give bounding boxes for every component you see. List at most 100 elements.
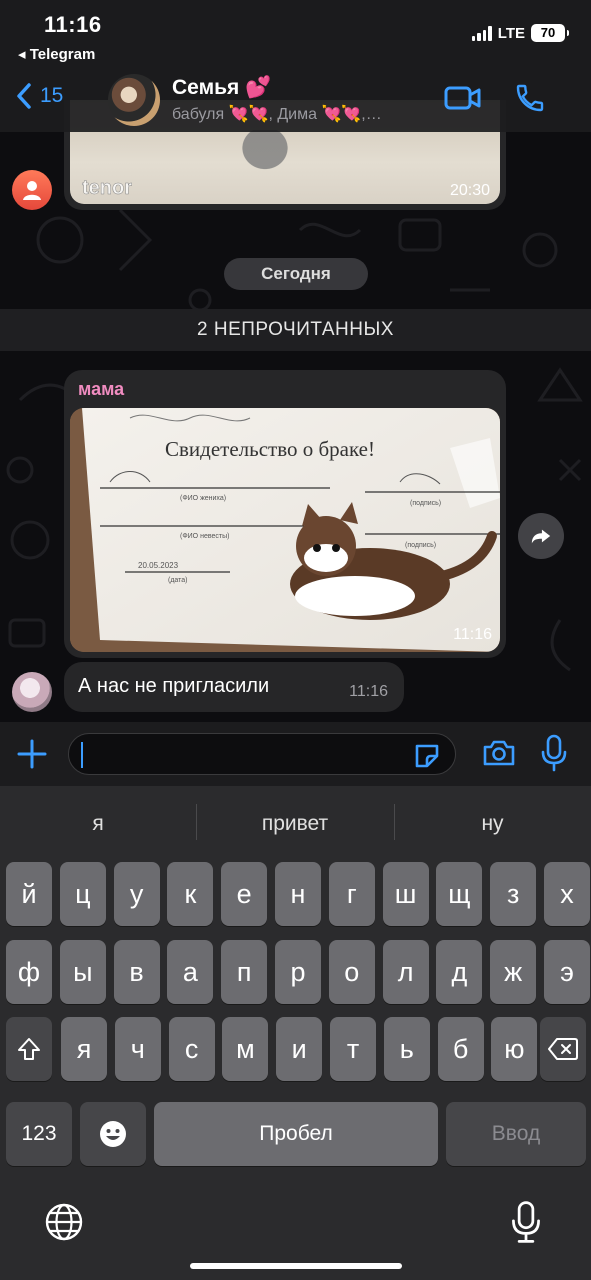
attach-button[interactable] [16, 738, 48, 775]
field-bride: (ФИО невесты) [180, 533, 229, 540]
suggestion-2[interactable]: привет [196, 812, 394, 836]
sender-name[interactable]: мама [78, 379, 124, 400]
key-row1-0[interactable]: й [6, 862, 52, 926]
home-indicator[interactable] [190, 1263, 402, 1269]
numbers-key[interactable]: 123 [6, 1102, 72, 1166]
key-row1-8[interactable]: щ [436, 862, 483, 926]
battery-icon: 70 [531, 24, 569, 42]
key-row1-3[interactable]: к [167, 862, 214, 926]
status-time: 11:16 [44, 12, 102, 37]
phone-icon [516, 84, 544, 112]
key-row2-2[interactable]: в [113, 940, 160, 1004]
camera-button[interactable] [482, 738, 516, 773]
unread-count: 15 [40, 84, 64, 107]
suggestion-1[interactable]: я [0, 812, 196, 836]
space-key[interactable]: Пробел [154, 1102, 438, 1166]
shift-key[interactable] [6, 1017, 52, 1081]
network-type: LTE [497, 24, 525, 42]
text-message[interactable]: А нас не пригласили 11:16 [64, 662, 404, 712]
sticker-icon [415, 744, 439, 768]
key-row2-6[interactable]: о [328, 940, 375, 1004]
key-row3-8[interactable]: ю [491, 1017, 538, 1081]
key-row2-0[interactable]: ф [6, 940, 52, 1004]
return-key[interactable]: Ввод [446, 1102, 586, 1166]
voice-call-button[interactable] [514, 82, 546, 119]
video-call-button[interactable] [444, 84, 482, 117]
back-button[interactable]: 15 [16, 82, 63, 110]
suggestion-3[interactable]: ну [394, 812, 591, 836]
key-row1-7[interactable]: ш [382, 862, 429, 926]
key-row1-5[interactable]: н [275, 862, 321, 926]
tenor-watermark: tenor [82, 177, 133, 200]
key-row2-1[interactable]: ы [59, 940, 106, 1004]
delete-icon [548, 1038, 578, 1060]
photo-message[interactable]: мама Свидетельство о браке! (ФИО жениха)… [64, 370, 506, 658]
message-time: 11:16 [453, 626, 492, 643]
emoji-key[interactable] [80, 1102, 146, 1166]
shift-icon [18, 1038, 40, 1060]
back-to-app-link[interactable]: ◂ Telegram [18, 45, 95, 63]
text-caret [81, 742, 83, 768]
gif-cat-paw [220, 130, 310, 190]
keyboard: я привет ну йцукенгшщзх фывапролджэ ячсм… [0, 786, 591, 1280]
sender-avatar[interactable] [12, 672, 52, 712]
key-row2-7[interactable]: л [382, 940, 429, 1004]
key-row1-10[interactable]: х [544, 862, 590, 926]
certificate-title: Свидетельство о браке! [165, 437, 375, 461]
key-row3-3[interactable]: м [222, 1017, 269, 1081]
key-row1-2[interactable]: у [113, 862, 160, 926]
key-row1-4[interactable]: е [221, 862, 268, 926]
chevron-left-icon [17, 83, 31, 109]
microphone-icon [512, 1201, 540, 1243]
chat-members[interactable]: бабуля 💘💘, Дима 💘💘,… [172, 104, 382, 124]
key-row2-8[interactable]: д [436, 940, 483, 1004]
camera-icon [483, 740, 515, 766]
person-icon [23, 181, 41, 200]
backspace-key[interactable] [540, 1017, 586, 1081]
field-date: (дата) [168, 577, 188, 584]
group-avatar[interactable] [108, 74, 160, 126]
date-value: 20.05.2023 [138, 561, 179, 570]
key-row1-1[interactable]: ц [59, 862, 106, 926]
key-row3-1[interactable]: ч [114, 1017, 161, 1081]
key-row3-6[interactable]: ь [383, 1017, 430, 1081]
forward-button[interactable] [518, 513, 564, 559]
voice-message-button[interactable] [540, 734, 568, 777]
message-input[interactable] [68, 733, 456, 775]
key-row2-5[interactable]: р [275, 940, 321, 1004]
sticker-button[interactable] [413, 742, 441, 773]
sender-avatar[interactable] [12, 170, 52, 210]
message-time: 11:16 [349, 683, 388, 700]
marriage-certificate-photo: Свидетельство о браке! (ФИО жениха) (под… [70, 408, 500, 652]
suggestion-bar: я привет ну [0, 786, 591, 862]
message-time: 20:30 [449, 182, 490, 199]
status-indicators: LTE 70 [471, 24, 569, 42]
microphone-icon [541, 734, 567, 772]
field-sign-1: (подпись) [410, 500, 441, 507]
key-row2-4[interactable]: п [221, 940, 268, 1004]
key-row3-2[interactable]: с [168, 1017, 215, 1081]
chat-title[interactable]: Семья 💕 [172, 76, 271, 100]
key-row2-10[interactable]: э [544, 940, 590, 1004]
key-row3-4[interactable]: и [276, 1017, 323, 1081]
globe-icon [45, 1203, 83, 1241]
key-row1-9[interactable]: з [490, 862, 537, 926]
key-row3-0[interactable]: я [61, 1017, 107, 1081]
globe-button[interactable] [44, 1202, 84, 1247]
forward-icon [531, 529, 551, 544]
key-row3-5[interactable]: т [330, 1017, 376, 1081]
field-groom: (ФИО жениха) [180, 495, 226, 502]
key-row1-6[interactable]: г [328, 862, 375, 926]
message-input-bar [0, 722, 591, 786]
video-camera-icon [444, 86, 481, 110]
unread-divider: 2 НЕПРОЧИТАННЫХ [0, 309, 591, 351]
signal-icon [471, 25, 492, 41]
emoji-icon [100, 1121, 126, 1147]
key-row2-3[interactable]: а [167, 940, 214, 1004]
dictation-button[interactable] [510, 1200, 542, 1249]
plus-icon [17, 739, 47, 769]
message-text: А нас не пригласили [78, 675, 270, 697]
key-row2-9[interactable]: ж [490, 940, 537, 1004]
key-row3-7[interactable]: б [437, 1017, 484, 1081]
photo-attachment[interactable]: Свидетельство о браке! (ФИО жениха) (под… [70, 408, 500, 652]
